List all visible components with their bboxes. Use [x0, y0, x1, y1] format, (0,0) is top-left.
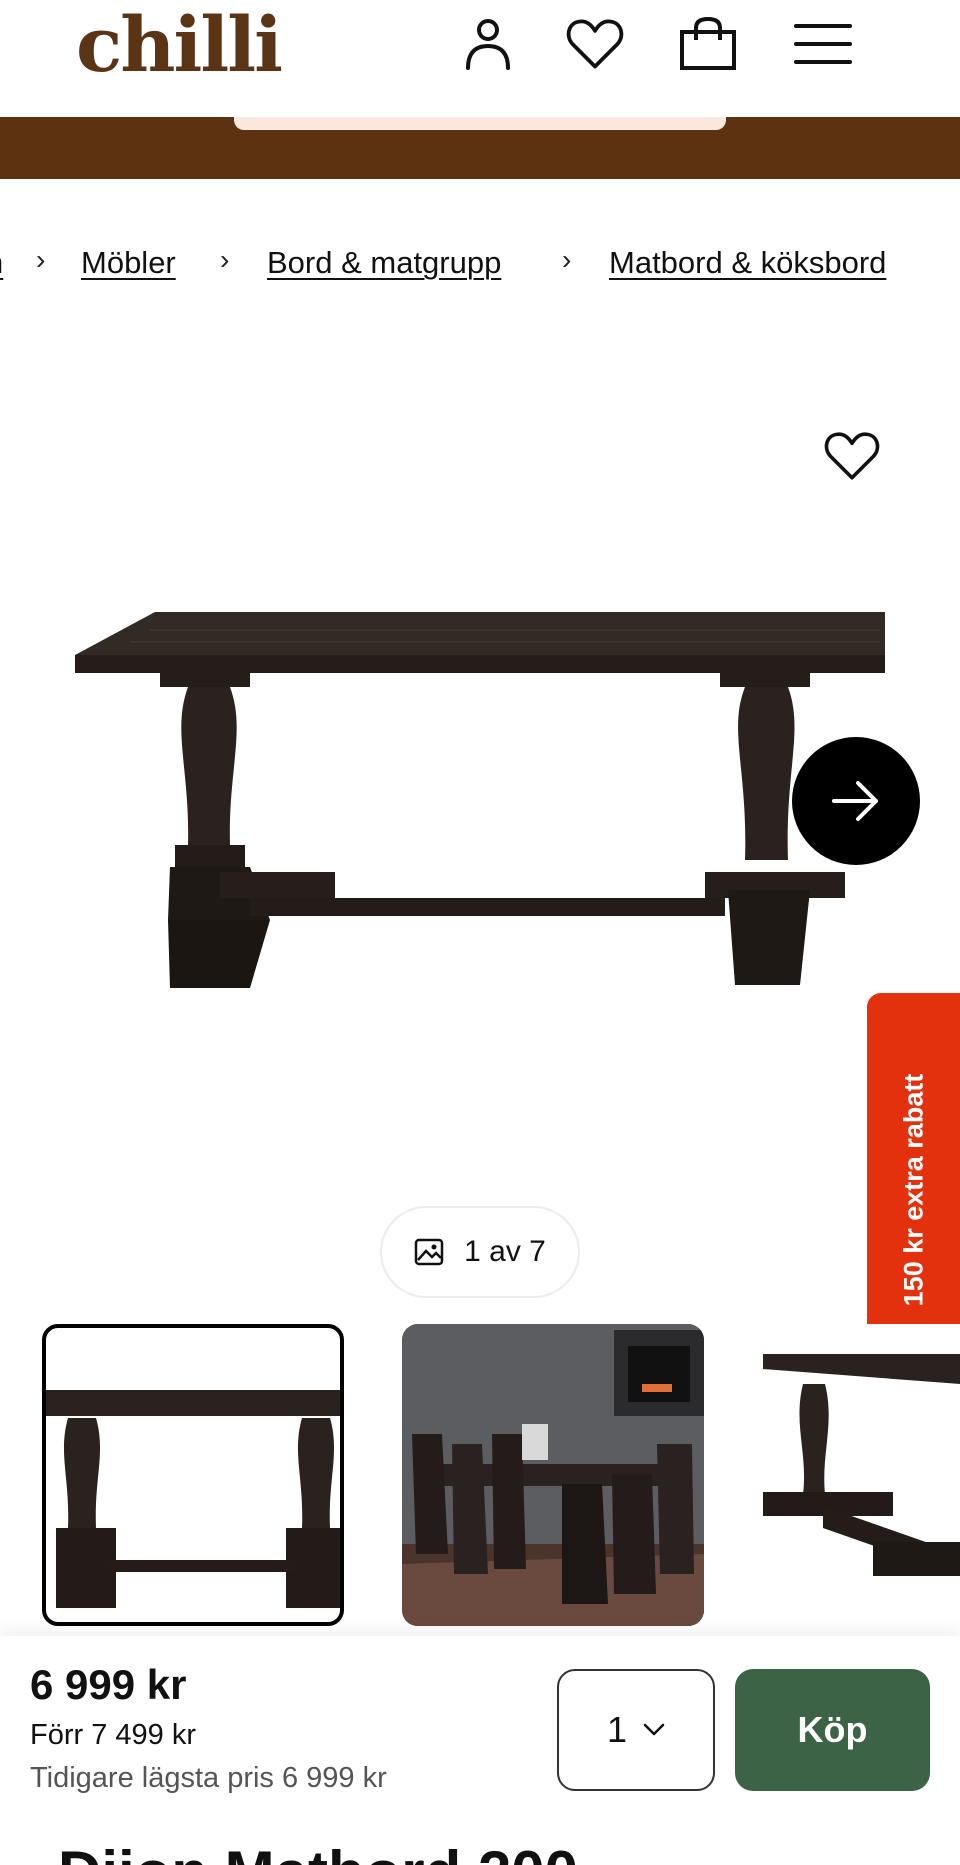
- next-image-button[interactable]: [792, 737, 920, 865]
- user-icon[interactable]: [458, 14, 518, 74]
- breadcrumb-home[interactable]: n: [0, 245, 3, 281]
- chevron-down-icon: [643, 1723, 665, 1736]
- thumbnail-1[interactable]: [42, 1324, 344, 1626]
- image-counter-label: 1 av 7: [464, 1235, 546, 1268]
- breadcrumb-separator: ›: [562, 245, 572, 275]
- heart-icon[interactable]: [565, 14, 625, 74]
- thumbnail-3[interactable]: [763, 1324, 960, 1626]
- breadcrumb-separator: ›: [220, 245, 230, 275]
- promo-banner: [0, 117, 960, 179]
- site-header: chilli: [0, 0, 960, 117]
- menu-icon[interactable]: [793, 14, 853, 74]
- extra-discount-label: 150 kr extra rabatt: [898, 1073, 928, 1306]
- sticky-buy-bar: 6 999 kr Förr 7 499 kr Tidigare lägsta p…: [0, 1636, 960, 1824]
- buy-button[interactable]: Köp: [735, 1669, 930, 1791]
- previous-price: Förr 7 499 kr: [30, 1719, 196, 1751]
- quantity-select[interactable]: 1: [557, 1669, 715, 1791]
- add-to-wishlist-button[interactable]: [820, 424, 884, 488]
- product-title: Dijon Matbord 200: [58, 1838, 578, 1865]
- chilli-logo[interactable]: chilli: [76, 2, 283, 88]
- image-icon: [414, 1238, 444, 1266]
- breadcrumb-separator: ›: [36, 245, 46, 275]
- breadcrumb-item-mobler[interactable]: Möbler: [81, 245, 176, 281]
- product-main-image[interactable]: [60, 590, 900, 1010]
- image-counter[interactable]: 1 av 7: [380, 1206, 580, 1298]
- breadcrumb: n › Möbler › Bord & matgrupp › Matbord &…: [0, 245, 960, 285]
- product-title-peek: Dijon Matbord 200: [0, 1824, 960, 1865]
- lowest-price-note: Tidigare lägsta pris 6 999 kr: [30, 1762, 387, 1794]
- quantity-value: 1: [606, 1709, 628, 1750]
- banner-pill: [234, 117, 726, 130]
- breadcrumb-item-bord-matgrupp[interactable]: Bord & matgrupp: [267, 245, 501, 281]
- current-price: 6 999 kr: [30, 1661, 187, 1708]
- arrow-right-icon: [832, 781, 878, 821]
- breadcrumb-item-matbord-koksbord[interactable]: Matbord & köksbord: [609, 245, 886, 281]
- thumbnail-2[interactable]: [402, 1324, 704, 1626]
- bag-icon[interactable]: [678, 14, 738, 74]
